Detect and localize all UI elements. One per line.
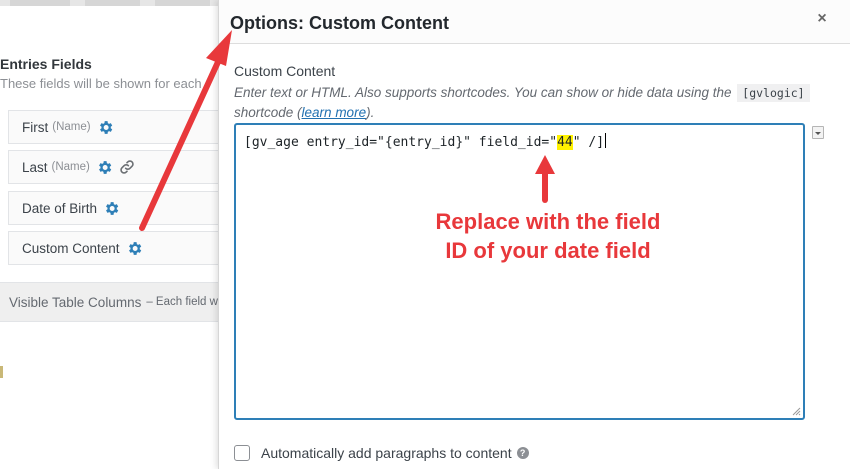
custom-content-textarea[interactable]: [gv_age entry_id="{entry_id}" field_id="… [234, 123, 805, 420]
callout-text: Replace with the field ID of your date f… [398, 207, 698, 265]
auto-paragraphs-option[interactable]: Automatically add paragraphs to content … [234, 445, 529, 461]
shortcode-text-end: " /] [572, 135, 605, 150]
field-subtype: (Name) [51, 161, 90, 173]
field-row-custom-content[interactable]: Custom Content [8, 231, 228, 265]
help-text-intro: Enter text or HTML. Also supports shortc… [234, 85, 736, 100]
help-text-mid: shortcode ( [234, 105, 302, 120]
field-row-date-of-birth[interactable]: Date of Birth [8, 191, 228, 225]
field-name: First [22, 119, 49, 135]
visible-table-columns-header: Visible Table Columns – Each field w [0, 282, 225, 322]
gear-icon[interactable] [126, 240, 143, 257]
field-name: Last [22, 159, 48, 175]
dialog-title: Options: Custom Content [230, 13, 449, 33]
close-button[interactable]: × [815, 11, 829, 27]
field-name: Date of Birth [22, 200, 98, 216]
learn-more-link[interactable]: learn more [302, 105, 367, 120]
field-row-first[interactable]: First (Name) [8, 110, 228, 144]
resize-grip-icon[interactable] [792, 407, 801, 416]
gvlogic-code: [gvlogic] [737, 84, 810, 102]
gear-icon[interactable] [96, 159, 113, 176]
custom-content-label: Custom Content [234, 63, 336, 79]
gear-icon[interactable] [103, 200, 120, 217]
callout-line-2: ID of your date field [445, 238, 651, 263]
field-name: Custom Content [22, 240, 120, 256]
edge-marker [0, 366, 3, 378]
entries-panel: Entries Fields These fields will be show… [0, 6, 228, 469]
help-text: Enter text or HTML. Also supports shortc… [234, 83, 814, 123]
field-row-last[interactable]: Last (Name) [8, 150, 228, 184]
gear-icon[interactable] [97, 119, 114, 136]
visible-columns-label: Visible Table Columns [9, 294, 142, 310]
auto-paragraphs-checkbox[interactable] [234, 445, 250, 461]
help-text-end: ). [366, 105, 375, 120]
entries-fields-description: These fields will be shown for each [0, 76, 202, 91]
entries-fields-title: Entries Fields [0, 56, 92, 72]
text-caret [605, 133, 607, 148]
visible-columns-note: – Each field w [146, 296, 218, 308]
question-mark-icon[interactable]: ? [516, 447, 529, 459]
auto-paragraphs-label: Automatically add paragraphs to content [261, 445, 512, 461]
merge-tags-button[interactable] [812, 126, 824, 139]
dialog-header: Options: Custom Content × [219, 0, 850, 44]
callout-line-1: Replace with the field [435, 209, 661, 234]
link-icon[interactable] [119, 159, 135, 175]
field-id-highlight: 44 [557, 135, 573, 150]
shortcode-text-start: [gv_age entry_id="{entry_id}" field_id=" [244, 135, 558, 150]
field-subtype: (Name) [52, 121, 91, 133]
